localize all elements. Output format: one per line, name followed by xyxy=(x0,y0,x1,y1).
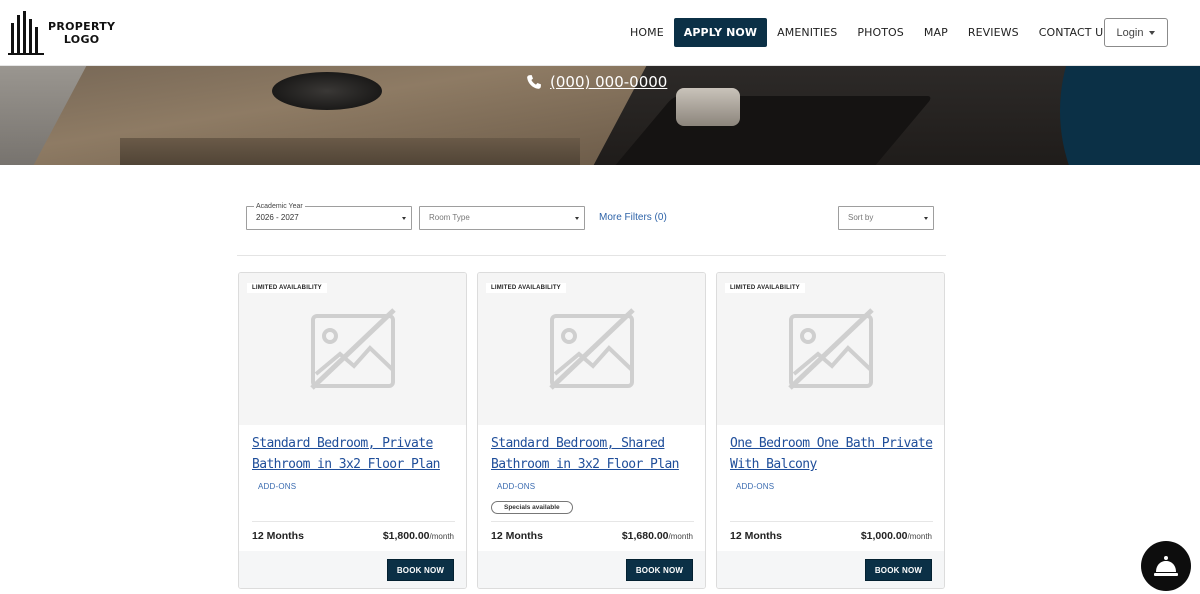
hero-bg-counter-edge xyxy=(120,138,580,165)
sort-by-placeholder: Sort by xyxy=(848,213,874,222)
hero-banner: (000) 000-0000 xyxy=(0,66,1200,165)
floorplan-card: LIMITED AVAILABILITY Standard Bedroom, S… xyxy=(477,272,706,589)
image-placeholder-icon xyxy=(310,308,396,390)
site-header: PROPERTY LOGO HOME APPLY NOW AMENITIES P… xyxy=(0,0,1200,66)
building-logo-icon xyxy=(8,11,44,55)
nav-reviews[interactable]: REVIEWS xyxy=(958,18,1029,47)
availability-badge: LIMITED AVAILABILITY xyxy=(486,283,566,293)
property-logo[interactable]: PROPERTY LOGO xyxy=(8,10,115,56)
card-divider xyxy=(491,521,694,522)
card-footer: BOOK NOW xyxy=(478,551,705,588)
availability-badge: LIMITED AVAILABILITY xyxy=(725,283,805,293)
floorplan-image[interactable]: LIMITED AVAILABILITY xyxy=(717,273,944,425)
login-label: Login xyxy=(1116,26,1144,39)
chevron-down-icon xyxy=(402,217,406,220)
price: $1,000.00/month xyxy=(861,530,932,542)
logo-line-2: LOGO xyxy=(63,33,100,46)
academic-year-value: 2026 - 2027 xyxy=(256,213,299,222)
nav-amenities[interactable]: AMENITIES xyxy=(767,18,847,47)
price-period: /month xyxy=(668,532,693,541)
academic-year-select[interactable]: Academic Year 2026 - 2027 xyxy=(246,202,412,230)
price-period: /month xyxy=(429,532,454,541)
room-type-placeholder: Room Type xyxy=(429,213,470,222)
card-divider xyxy=(730,521,933,522)
price: $1,680.00/month xyxy=(622,530,693,542)
logo-text: PROPERTY LOGO xyxy=(48,20,115,46)
nav-apply-now[interactable]: APPLY NOW xyxy=(673,18,768,47)
nav-map[interactable]: MAP xyxy=(914,18,958,47)
price: $1,800.00/month xyxy=(383,530,454,542)
phone-link[interactable]: (000) 000-0000 xyxy=(526,73,667,91)
floorplan-title-link[interactable]: One Bedroom One Bath Private With Balcon… xyxy=(730,433,935,475)
card-footer: BOOK NOW xyxy=(717,551,944,588)
filter-bar: Academic Year 2026 - 2027 Room Type More… xyxy=(246,198,936,232)
card-divider xyxy=(252,521,455,522)
phone-icon xyxy=(527,75,541,89)
add-ons-link[interactable]: ADD-ONS xyxy=(258,482,296,491)
room-type-select[interactable]: Room Type xyxy=(419,206,585,230)
chevron-down-icon xyxy=(575,217,579,220)
nav-home[interactable]: HOME xyxy=(620,18,674,47)
book-now-button[interactable]: BOOK NOW xyxy=(865,559,932,581)
add-ons-link[interactable]: ADD-ONS xyxy=(497,482,535,491)
price-amount: $1,680.00 xyxy=(621,530,669,542)
phone-number: (000) 000-0000 xyxy=(550,73,668,91)
price-amount: $1,000.00 xyxy=(860,530,908,542)
concierge-bell-icon xyxy=(1154,556,1178,576)
chevron-down-icon xyxy=(924,217,928,220)
floorplan-image[interactable]: LIMITED AVAILABILITY xyxy=(239,273,466,425)
nav-photos[interactable]: PHOTOS xyxy=(847,18,914,47)
hero-bg-pot xyxy=(676,88,740,126)
main-nav: HOME APPLY NOW AMENITIES PHOTOS MAP REVI… xyxy=(620,18,1120,47)
login-button[interactable]: Login xyxy=(1104,18,1168,47)
lease-term: 12 Months xyxy=(730,530,782,542)
sort-by-select[interactable]: Sort by xyxy=(838,206,934,230)
filter-divider xyxy=(237,255,946,256)
floorplan-card: LIMITED AVAILABILITY One Bedroom One Bat… xyxy=(716,272,945,589)
chevron-down-icon xyxy=(1149,30,1156,35)
book-now-button[interactable]: BOOK NOW xyxy=(387,559,454,581)
image-placeholder-icon xyxy=(788,308,874,390)
floorplan-card: LIMITED AVAILABILITY Standard Bedroom, P… xyxy=(238,272,467,589)
add-ons-link[interactable]: ADD-ONS xyxy=(736,482,774,491)
price-period: /month xyxy=(907,532,932,541)
more-filters-link[interactable]: More Filters (0) xyxy=(599,212,667,223)
lease-term: 12 Months xyxy=(252,530,304,542)
hero-bg-bowl xyxy=(272,72,382,110)
logo-line-1: PROPERTY xyxy=(48,20,116,33)
lease-term: 12 Months xyxy=(491,530,543,542)
card-footer: BOOK NOW xyxy=(239,551,466,588)
hero-accent-arc xyxy=(1060,66,1200,165)
academic-year-label: Academic Year xyxy=(254,202,305,211)
floorplan-image[interactable]: LIMITED AVAILABILITY xyxy=(478,273,705,425)
floorplan-title-link[interactable]: Standard Bedroom, Shared Bathroom in 3x2… xyxy=(491,433,696,475)
concierge-chat-button[interactable] xyxy=(1141,541,1191,591)
book-now-button[interactable]: BOOK NOW xyxy=(626,559,693,581)
specials-badge[interactable]: Specials available xyxy=(491,501,573,514)
price-amount: $1,800.00 xyxy=(382,530,430,542)
image-placeholder-icon xyxy=(549,308,635,390)
floorplan-title-link[interactable]: Standard Bedroom, Private Bathroom in 3x… xyxy=(252,433,457,475)
availability-badge: LIMITED AVAILABILITY xyxy=(247,283,327,293)
